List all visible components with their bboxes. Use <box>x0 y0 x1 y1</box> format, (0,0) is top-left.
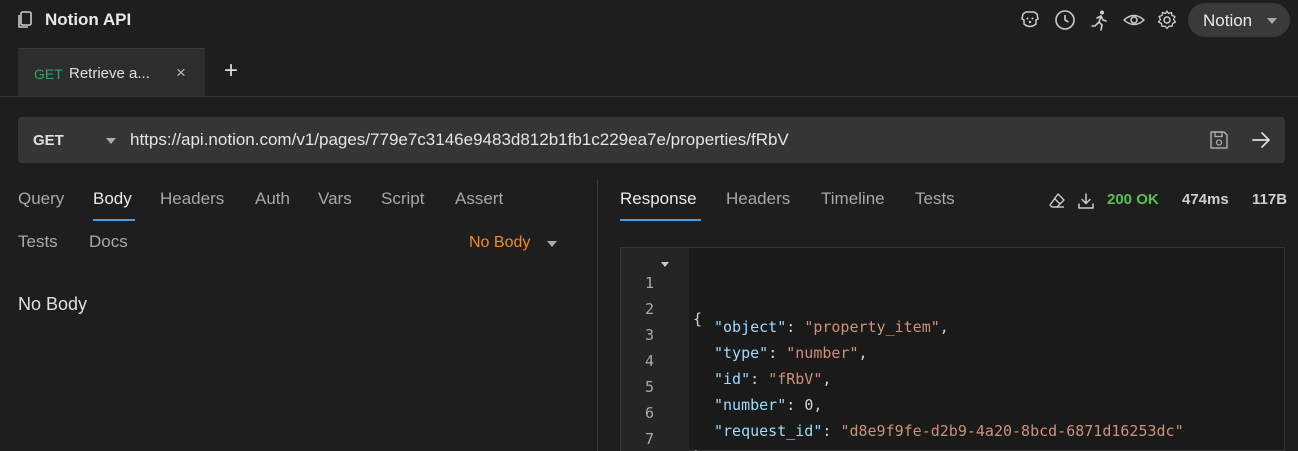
runner-icon[interactable] <box>1089 9 1111 31</box>
collection-icon <box>18 11 32 28</box>
tab-body[interactable]: Body <box>93 189 132 209</box>
tab-docs[interactable]: Docs <box>89 232 128 252</box>
close-icon[interactable]: × <box>176 63 186 83</box>
collection-title: Notion API <box>45 10 132 29</box>
download-icon[interactable] <box>1077 192 1095 210</box>
workspace-selector[interactable]: Notion <box>1188 3 1290 37</box>
method-selector[interactable]: GET <box>33 132 64 149</box>
dog-icon[interactable] <box>1019 9 1041 31</box>
tab-tests[interactable]: Tests <box>18 232 58 252</box>
code-line: 6 "request_id": "d8e9f9fe-d2b9-4a20-8bcd… <box>621 386 1284 440</box>
body-placeholder: No Body <box>18 294 88 314</box>
save-icon[interactable] <box>1208 129 1230 151</box>
chevron-down-icon[interactable] <box>106 138 116 144</box>
response-size: 117B <box>1252 191 1288 208</box>
clock-icon[interactable] <box>1054 9 1076 31</box>
code-line: 2 "object": "property_item", <box>621 282 1284 336</box>
chevron-down-icon <box>1267 18 1277 24</box>
tab-response-tests[interactable]: Tests <box>915 189 955 209</box>
workspace-label: Notion <box>1203 11 1253 30</box>
url-bar: GET https://api.notion.com/v1/pages/779e… <box>18 117 1285 163</box>
fold-caret-icon[interactable] <box>661 262 669 267</box>
request-tab[interactable]: GET Retrieve a... × <box>18 48 205 96</box>
tab-headers[interactable]: Headers <box>160 189 224 209</box>
send-arrow-icon[interactable] <box>1250 129 1272 151</box>
url-input[interactable]: https://api.notion.com/v1/pages/779e7c31… <box>130 130 789 150</box>
code-line: 5 "number": 0, <box>621 360 1284 414</box>
title-bar: Notion API Notion <box>0 0 1298 42</box>
pane-divider[interactable] <box>597 180 598 451</box>
code-line: 7 } <box>621 412 1284 451</box>
add-tab-button[interactable]: + <box>224 57 238 85</box>
request-tab-bar: GET Retrieve a... × + <box>0 47 1298 97</box>
tab-auth[interactable]: Auth <box>255 189 290 209</box>
body-mode-dropdown[interactable]: No Body <box>469 234 530 252</box>
code-line: 4 "id": "fRbV", <box>621 334 1284 388</box>
code-line: 1 { <box>621 256 1284 328</box>
eraser-icon[interactable] <box>1048 192 1066 210</box>
tab-query[interactable]: Query <box>18 189 64 209</box>
active-tab-indicator <box>620 219 701 221</box>
chevron-down-icon[interactable] <box>547 241 557 247</box>
eye-icon[interactable] <box>1123 9 1145 31</box>
tab-response[interactable]: Response <box>620 189 697 209</box>
response-viewer[interactable]: 1 { 2 "object": "property_item", 3 "type… <box>620 247 1285 451</box>
line-number: 7 <box>644 430 654 448</box>
code-line: 3 "type": "number", <box>621 308 1284 362</box>
tab-title: Retrieve a... <box>69 65 150 82</box>
tab-vars[interactable]: Vars <box>318 189 352 209</box>
response-time: 474ms <box>1182 191 1229 208</box>
status-badge: 200 OK <box>1107 191 1159 208</box>
tab-timeline[interactable]: Timeline <box>821 189 885 209</box>
tab-script[interactable]: Script <box>381 189 424 209</box>
tab-method: GET <box>34 66 63 82</box>
tab-assert[interactable]: Assert <box>455 189 503 209</box>
active-tab-indicator <box>93 219 135 221</box>
gear-icon[interactable] <box>1156 9 1178 31</box>
tab-response-headers[interactable]: Headers <box>726 189 790 209</box>
